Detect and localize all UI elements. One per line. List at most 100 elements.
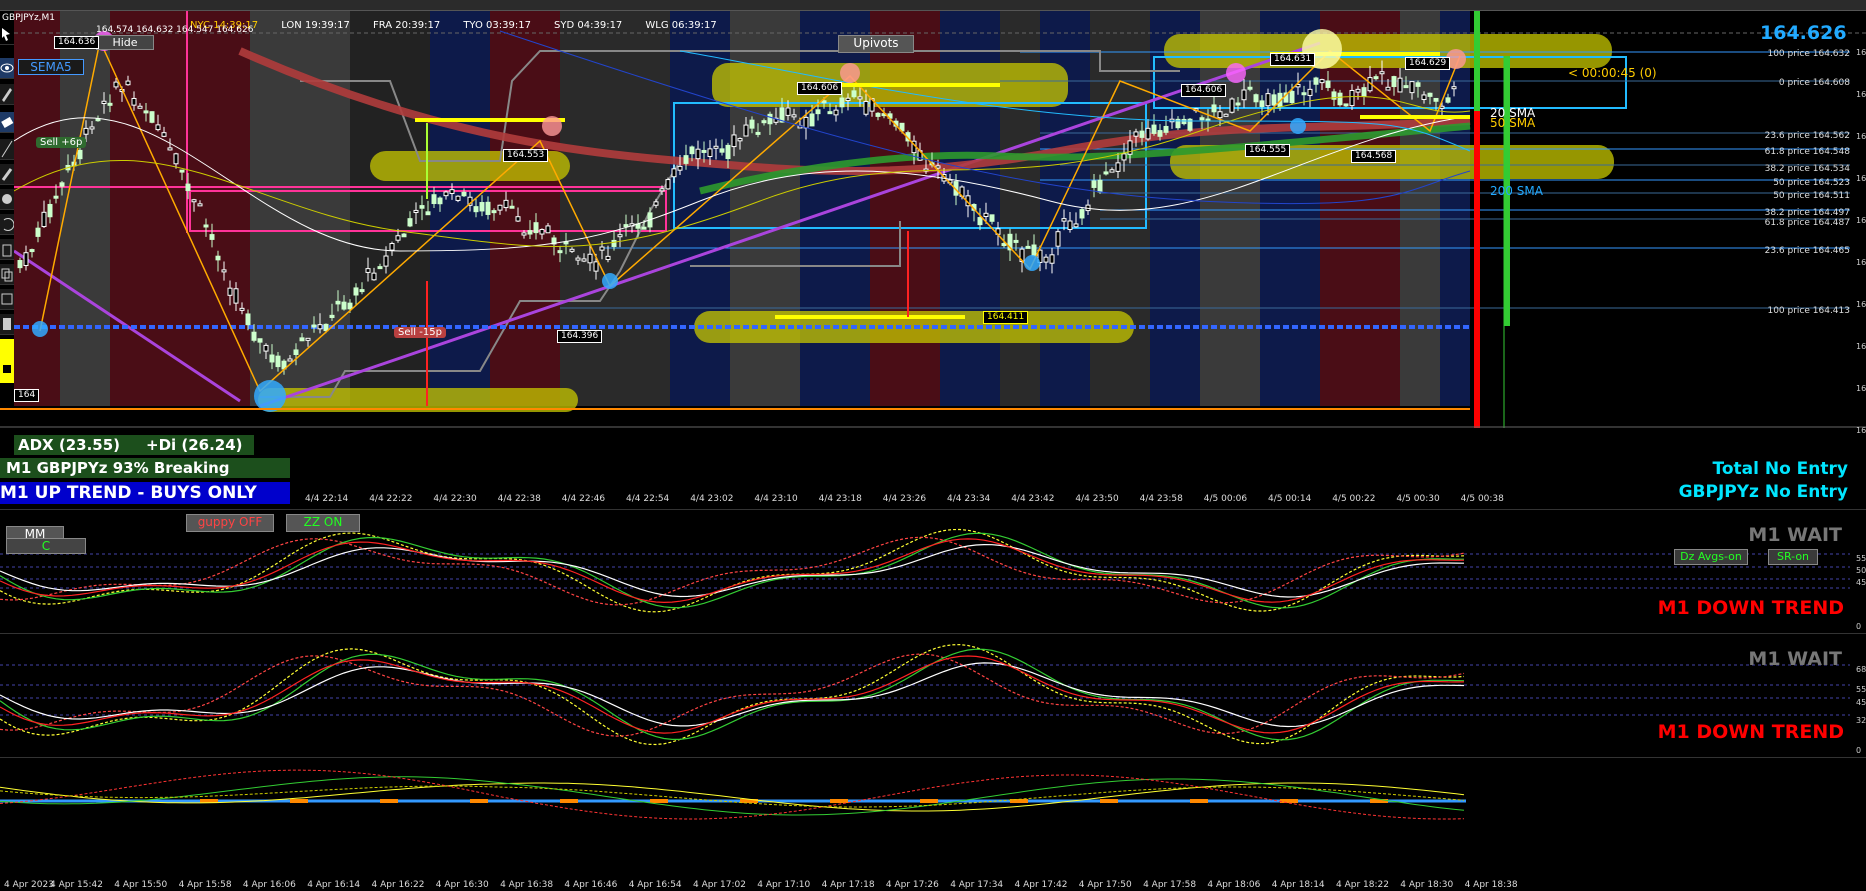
- time-axis-label: 4 Apr 18:14: [1271, 880, 1325, 890]
- cursor-icon[interactable]: [0, 24, 14, 45]
- time-axis-label: 4 Apr 16:30: [435, 880, 489, 890]
- candle-body: [503, 199, 509, 209]
- bar-countdown: < 00:00:45 (0): [1568, 66, 1657, 80]
- candle-body: [857, 96, 863, 100]
- candle-body: [875, 112, 881, 117]
- candle-body: [173, 153, 179, 165]
- copy-icon[interactable]: [0, 264, 14, 285]
- line-tool-icon[interactable]: [0, 139, 14, 160]
- candle-body: [1133, 131, 1139, 137]
- trend-banner-text: M1 UP TREND - BUYS ONLY: [0, 483, 257, 503]
- time-axis-label: 4 Apr 18:30: [1400, 880, 1454, 890]
- candle-body: [203, 224, 209, 228]
- candle-body: [1451, 86, 1457, 90]
- color-swatch-yellow-2[interactable]: [0, 361, 14, 383]
- candle-body: [107, 102, 113, 106]
- panel2-scale: 45: [1856, 698, 1866, 707]
- candle-body: [47, 203, 53, 218]
- candle-body: [1319, 79, 1325, 84]
- candle-body: [479, 202, 485, 212]
- pencil-icon[interactable]: [0, 84, 14, 105]
- candle-body: [689, 146, 695, 155]
- oscillator-line: [0, 543, 1465, 598]
- candle-body: [935, 165, 941, 169]
- eye-icon[interactable]: [0, 58, 14, 79]
- panel1-scale: 0: [1856, 622, 1862, 631]
- time-axis-label: 4/4 23:42: [1011, 494, 1055, 504]
- sema5-button[interactable]: SEMA5: [18, 59, 84, 75]
- time-axis-label: 4 Apr 16:54: [628, 880, 682, 890]
- fib-level-label: 23.6 price 164.465: [1764, 246, 1850, 256]
- candle-body: [395, 235, 401, 241]
- document-icon[interactable]: [0, 314, 14, 335]
- sr-button[interactable]: SR-on: [1768, 549, 1818, 565]
- time-axis-label: 4 Apr 15:42: [50, 880, 103, 890]
- time-axis-label: 4 Apr 16:22: [371, 880, 425, 890]
- candle-body: [1421, 94, 1427, 100]
- panel2-scale: 32: [1856, 716, 1866, 725]
- candle-body: [485, 201, 491, 215]
- image-icon[interactable]: [0, 289, 14, 310]
- candle-body: [1025, 245, 1031, 249]
- candle-body: [221, 269, 227, 273]
- zero-line-marker: [1280, 799, 1298, 803]
- candle-body: [617, 234, 623, 238]
- fib-level-label: 0 price 164.608: [1778, 78, 1850, 88]
- candle-body: [77, 149, 83, 160]
- color-swatch-yellow[interactable]: [0, 339, 14, 361]
- candle-body: [1427, 92, 1433, 97]
- candle-body: [515, 216, 521, 222]
- time-axis-label: 4/4 22:54: [626, 494, 670, 504]
- candle-body: [839, 97, 845, 108]
- red-vertical-bar: [1474, 111, 1480, 428]
- guppy-button[interactable]: guppy OFF: [186, 514, 274, 532]
- dz-avgs-button[interactable]: Dz Avgs-on: [1674, 549, 1748, 565]
- candle-body: [473, 206, 479, 213]
- candle-body: [1151, 124, 1157, 134]
- time-axis-label: 4/4 22:22: [369, 494, 413, 504]
- candle-body: [323, 323, 329, 332]
- candle-body: [587, 253, 593, 264]
- candle-body: [365, 268, 371, 273]
- hide-button[interactable]: Hide: [96, 35, 154, 50]
- oscillator-panel-1[interactable]: [0, 509, 1866, 632]
- candle-body: [791, 114, 797, 118]
- oscillator-line: [0, 528, 1465, 613]
- candle-body: [263, 344, 269, 352]
- candle-body: [665, 179, 671, 190]
- zero-line-marker: [290, 799, 308, 803]
- candle-body: [545, 225, 551, 234]
- price-axis-label: 16: [1856, 132, 1866, 141]
- time-axis-label: 4/5 00:06: [1203, 494, 1248, 504]
- candle-body: [851, 90, 857, 98]
- zz-button[interactable]: ZZ ON: [286, 514, 360, 532]
- circle-tool-icon[interactable]: [0, 189, 14, 210]
- candle-body: [749, 119, 755, 129]
- candle-body: [1103, 171, 1109, 175]
- time-axis-label: 4/4 23:02: [690, 494, 734, 504]
- trash-icon[interactable]: [0, 239, 14, 260]
- drawing-toolbar: [0, 24, 15, 394]
- eraser-icon[interactable]: [0, 112, 14, 133]
- oscillator-line: [0, 769, 1465, 820]
- oscillator-line: [0, 653, 1465, 737]
- brush-icon[interactable]: [0, 164, 14, 185]
- candle-body: [785, 107, 791, 116]
- oscillator-panel-3[interactable]: [0, 757, 1866, 879]
- price-axis-label: 16: [1856, 216, 1866, 225]
- candle-body: [461, 191, 467, 197]
- oscillator-panel-2[interactable]: [0, 633, 1866, 756]
- candle-body: [371, 272, 377, 281]
- session-lon: LON 19:39:17: [281, 20, 350, 31]
- time-axis-label: 4 Apr 15:58: [178, 880, 232, 890]
- fib-level-label: 50 price 164.523: [1773, 178, 1850, 188]
- candle-body: [41, 211, 47, 228]
- undo-icon[interactable]: [0, 214, 15, 235]
- candle-body: [257, 338, 263, 343]
- candle-body: [353, 287, 359, 296]
- upivots-button[interactable]: Upivots: [838, 35, 914, 53]
- symbol-label: GBPJPYz,M1: [2, 13, 56, 23]
- candle-body: [431, 194, 437, 205]
- c-button[interactable]: C: [6, 538, 86, 554]
- price-axis-label: 16: [1856, 258, 1866, 267]
